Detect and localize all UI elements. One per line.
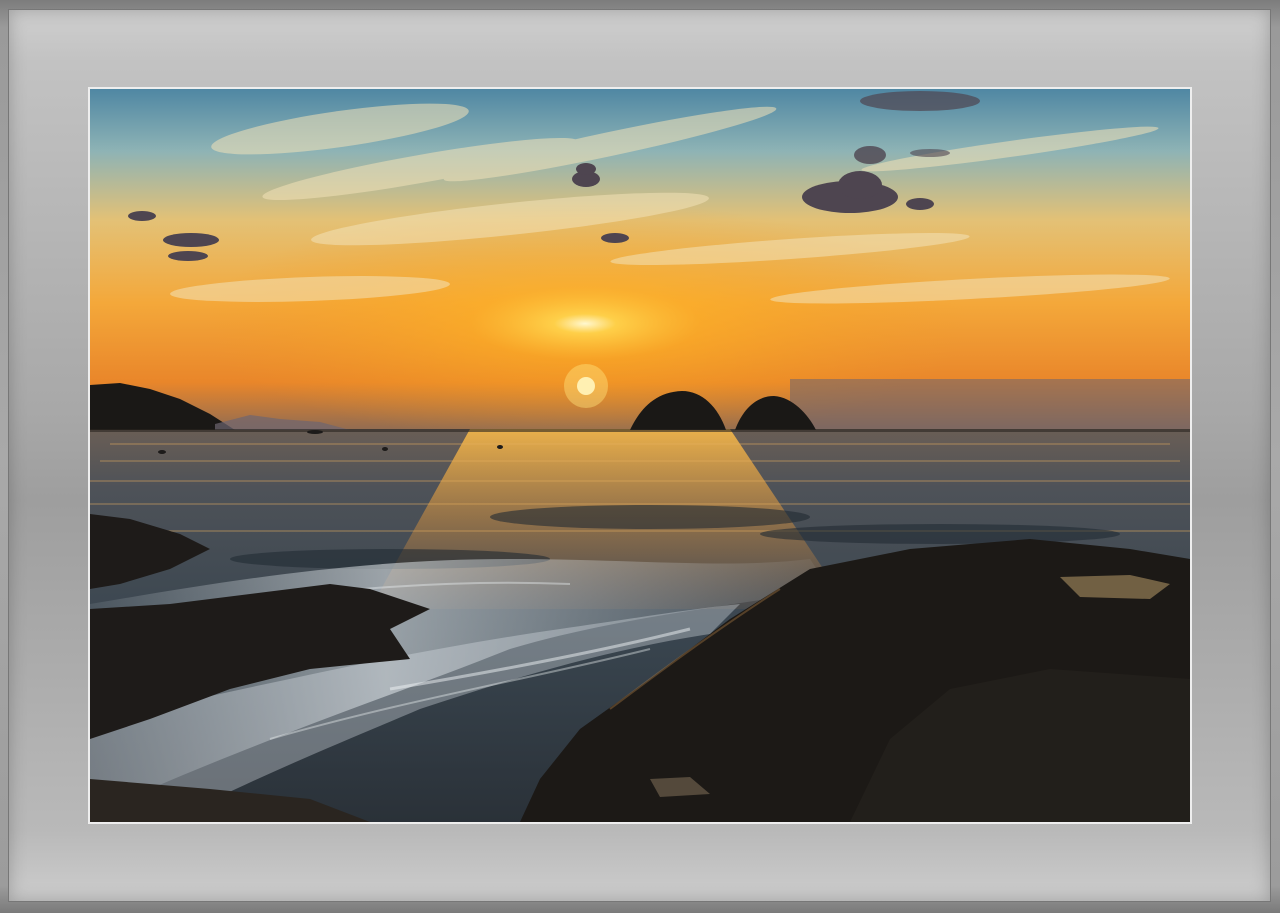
outer-frame xyxy=(0,0,1280,913)
sunset-photo xyxy=(90,89,1190,822)
